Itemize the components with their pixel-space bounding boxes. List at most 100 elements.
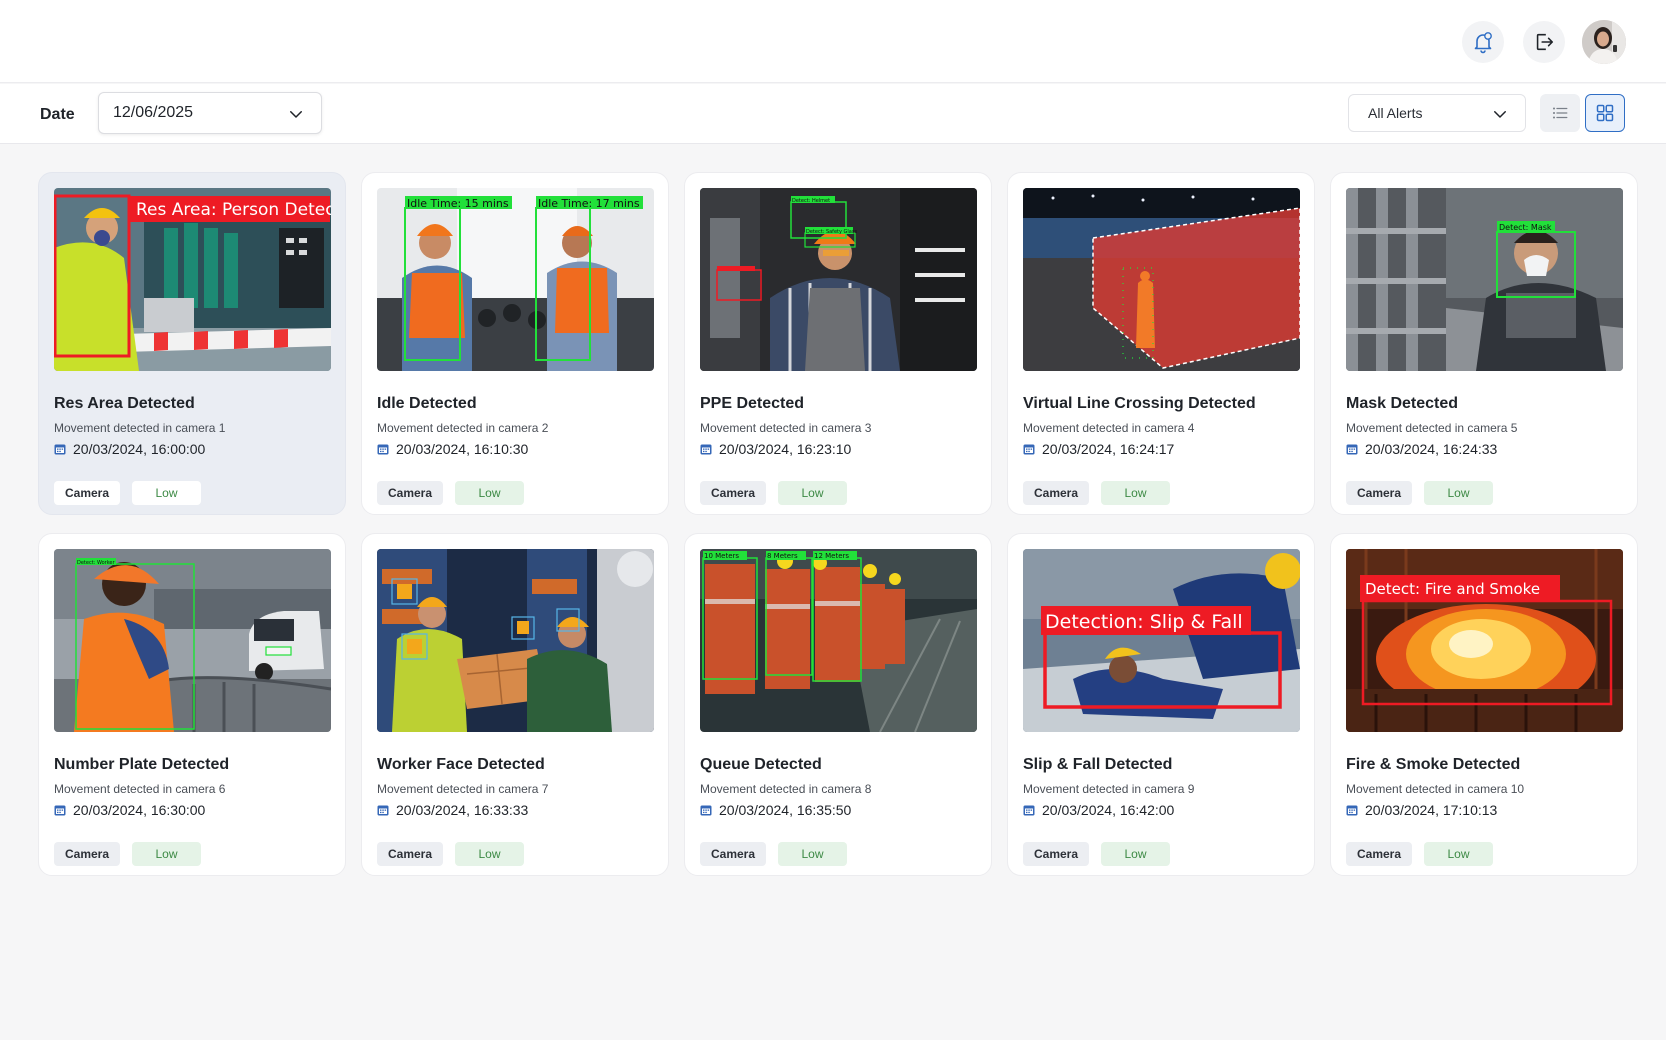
alert-datetime: 20/03/2024, 16:24:33 (1346, 441, 1497, 457)
calendar-icon (377, 444, 389, 455)
date-picker[interactable]: 12/06/2025 (98, 92, 322, 134)
overlay-label: Detect: Worker (77, 560, 116, 566)
datetime-text: 20/03/2024, 16:23:10 (719, 441, 852, 457)
source-badge: Camera (54, 842, 120, 866)
severity-badge: Low (1424, 481, 1493, 505)
alert-title: PPE Detected (700, 395, 805, 412)
camera-snapshot: 10 Meters 8 Meters 12 Meters (700, 549, 977, 732)
alert-title: Mask Detected (1346, 395, 1459, 412)
calendar-icon (1346, 805, 1358, 816)
chevron-down-icon (290, 111, 302, 118)
severity-badge: Low (455, 842, 524, 866)
severity-badge: Low (1101, 842, 1170, 866)
filter-bar: Date 12/06/2025 All Alerts (0, 84, 1666, 144)
alert-card-6[interactable]: Detect: Worker Number Plate Detected Mov… (38, 533, 346, 876)
alert-card-9[interactable]: Detection: Slip & Fall Slip & Fall Detec… (1007, 533, 1315, 876)
alert-subtitle: Movement detected in camera 8 (700, 782, 872, 796)
source-badge: Camera (700, 842, 766, 866)
alert-card-1[interactable]: Res Area: Person Detect Res Area Detecte… (38, 172, 346, 515)
user-avatar[interactable] (1582, 20, 1626, 64)
camera-snapshot: Detect: Fire and Smoke (1346, 549, 1623, 732)
alert-subtitle: Movement detected in camera 5 (1346, 421, 1518, 435)
bell-icon (1474, 32, 1492, 54)
alert-card-7[interactable]: Worker Face Detected Movement detected i… (361, 533, 669, 876)
overlay-label: Detect: Fire and Smoke (1365, 580, 1540, 598)
source-badge: Camera (377, 481, 443, 505)
alert-subtitle: Movement detected in camera 6 (54, 782, 226, 796)
alert-title: Virtual Line Crossing Detected (1023, 395, 1256, 412)
source-badge: Camera (377, 842, 443, 866)
alert-title: Number Plate Detected (54, 756, 230, 773)
alert-subtitle: Movement detected in camera 10 (1346, 782, 1525, 796)
alert-subtitle: Movement detected in camera 2 (377, 421, 549, 435)
alert-title: Idle Detected (377, 395, 477, 412)
alert-datetime: 20/03/2024, 16:10:30 (377, 441, 528, 457)
source-badge: Camera (1346, 842, 1412, 866)
grid-view-button[interactable] (1585, 94, 1625, 132)
calendar-icon (1346, 444, 1358, 455)
calendar-icon (700, 805, 712, 816)
datetime-text: 20/03/2024, 16:10:30 (396, 441, 529, 457)
notifications-button[interactable] (1462, 21, 1504, 63)
alert-datetime: 20/03/2024, 16:23:10 (700, 441, 851, 457)
avatar-image (1582, 20, 1626, 64)
overlay-label: Detect: Helmet (792, 198, 830, 204)
severity-badge: Low (132, 481, 201, 505)
alert-datetime: 20/03/2024, 16:30:00 (54, 802, 205, 818)
alert-title: Res Area Detected (54, 395, 195, 412)
datetime-text: 20/03/2024, 16:33:33 (396, 802, 529, 818)
datetime-text: 20/03/2024, 16:24:33 (1365, 441, 1498, 457)
camera-snapshot: Detect: Helmet Detect: Safety Glass (700, 188, 977, 371)
alert-card-10[interactable]: Detect: Fire and Smoke Fire & Smoke Dete… (1330, 533, 1638, 876)
datetime-text: 20/03/2024, 17:10:13 (1365, 802, 1498, 818)
datetime-text: 20/03/2024, 16:42:00 (1042, 802, 1175, 818)
alert-card-5[interactable]: Detect: Mask Mask Detected Movement dete… (1330, 172, 1638, 515)
alert-datetime: 20/03/2024, 16:00:00 (54, 441, 205, 457)
camera-snapshot: Detection: Slip & Fall (1023, 549, 1300, 732)
alert-datetime: 20/03/2024, 16:42:00 (1023, 802, 1174, 818)
source-badge: Camera (54, 481, 120, 505)
overlay-label: Detect: Safety Glass (806, 229, 857, 235)
logout-button[interactable] (1523, 21, 1565, 63)
alert-card-3[interactable]: Detect: Helmet Detect: Safety Glass PPE … (684, 172, 992, 515)
alert-card-8[interactable]: 10 Meters 8 Meters 12 Meters Queue Detec… (684, 533, 992, 876)
severity-badge: Low (1101, 481, 1170, 505)
alert-title: Fire & Smoke Detected (1346, 756, 1521, 773)
logout-icon (1536, 33, 1554, 51)
alert-title: Slip & Fall Detected (1023, 756, 1173, 773)
date-label: Date (40, 106, 75, 123)
alert-subtitle: Movement detected in camera 1 (54, 421, 226, 435)
overlay-label: Idle Time: 17 mins (538, 197, 640, 210)
alert-subtitle: Movement detected in camera 3 (700, 421, 872, 435)
source-badge: Camera (1023, 842, 1089, 866)
alert-card-2[interactable]: Idle Time: 15 mins Idle Time: 17 mins Id… (361, 172, 669, 515)
overlay-label: 10 Meters (704, 552, 739, 560)
camera-snapshot: Detect: Mask (1346, 188, 1623, 371)
overlay-label: 8 Meters (767, 552, 798, 560)
overlay-label: 12 Meters (814, 552, 849, 560)
top-bar (0, 0, 1666, 83)
calendar-icon (54, 444, 66, 455)
list-icon (1552, 107, 1568, 119)
camera-snapshot (377, 549, 654, 732)
list-view-button[interactable] (1540, 94, 1580, 132)
calendar-icon (1023, 444, 1035, 455)
camera-snapshot: Idle Time: 15 mins Idle Time: 17 mins (377, 188, 654, 371)
grid-icon (1596, 104, 1614, 122)
alert-subtitle: Movement detected in camera 9 (1023, 782, 1195, 796)
alert-type-value: All Alerts (1368, 105, 1423, 121)
severity-badge: Low (778, 842, 847, 866)
overlay-label: Detection: Slip & Fall (1045, 611, 1243, 633)
alert-datetime: 20/03/2024, 17:10:13 (1346, 802, 1497, 818)
alert-title: Queue Detected (700, 756, 822, 773)
source-badge: Camera (700, 481, 766, 505)
alert-datetime: 20/03/2024, 16:24:17 (1023, 441, 1174, 457)
source-badge: Camera (1023, 481, 1089, 505)
alert-title: Worker Face Detected (377, 756, 545, 773)
overlay-label: Detect: Mask (1499, 223, 1552, 232)
severity-badge: Low (132, 842, 201, 866)
severity-badge: Low (778, 481, 847, 505)
alert-type-dropdown[interactable]: All Alerts (1348, 94, 1526, 132)
severity-badge: Low (1424, 842, 1493, 866)
alert-card-4[interactable]: Virtual Line Crossing Detected Movement … (1007, 172, 1315, 515)
